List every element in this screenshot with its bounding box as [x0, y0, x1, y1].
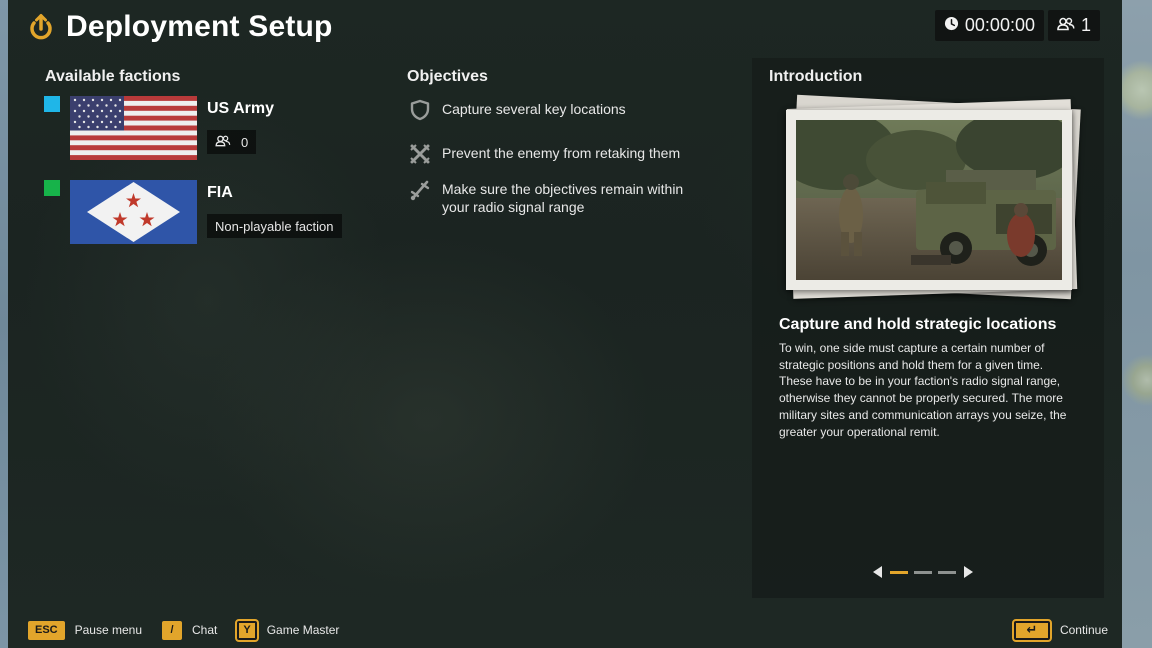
player-count: 1	[1080, 15, 1091, 35]
introduction-panel: Introduction Capture and hold strategic …	[752, 58, 1104, 598]
intro-photo-stack	[786, 94, 1082, 300]
soldiers-humvee-image	[796, 120, 1062, 280]
page-indicator-2[interactable]	[914, 570, 932, 574]
arrow-right-icon	[964, 566, 973, 578]
players-icon	[1057, 15, 1075, 36]
faction-us-army[interactable]: US Army 0	[44, 96, 344, 162]
page-indicator-3[interactable]	[938, 570, 956, 574]
header-status: 00:00:00 1	[934, 10, 1100, 41]
non-playable-label: Non-playable faction	[215, 218, 334, 234]
crossed-swords-icon	[408, 142, 432, 166]
hint-label: Game Master	[266, 623, 340, 637]
previous-page-button[interactable]	[872, 566, 884, 578]
player-count-chip: 1	[1047, 10, 1100, 41]
radio-signal-icon	[408, 178, 432, 202]
faction-color-swatch	[44, 96, 60, 112]
y-button-keycap: Y	[235, 618, 259, 642]
objective-text: Make sure the objectives remain within y…	[442, 181, 684, 215]
players-icon	[215, 135, 231, 150]
intro-heading: Capture and hold strategic locations	[779, 316, 1057, 333]
intro-body: To win, one side must capture a certain …	[779, 341, 1067, 439]
continue-label: Continue	[1059, 623, 1108, 637]
timer-value: 00:00:00	[964, 15, 1035, 35]
faction-name: FIA	[207, 184, 233, 201]
page-title: Deployment Setup	[66, 10, 333, 43]
game-master-hint[interactable]: Y Game Master	[235, 618, 340, 642]
objective-item: Capture several key locations	[408, 98, 708, 122]
intro-photo	[786, 110, 1072, 290]
objective-item: Prevent the enemy from retaking them	[408, 142, 708, 166]
factions-title: Available factions	[45, 68, 181, 85]
non-playable-badge: Non-playable faction	[207, 214, 342, 238]
objective-text: Capture several key locations	[442, 101, 626, 117]
header: Deployment Setup	[28, 8, 333, 46]
continue-hint[interactable]: ↵ Continue	[1011, 618, 1108, 642]
timer-chip: 00:00:00	[934, 10, 1044, 41]
page-indicator-1[interactable]	[890, 570, 908, 574]
enter-keycap: ↵	[1011, 618, 1052, 642]
faction-player-count-value: 0	[241, 134, 249, 150]
introduction-title: Introduction	[769, 68, 863, 85]
us-flag-image	[70, 96, 197, 160]
objective-text: Prevent the enemy from retaking them	[442, 145, 681, 161]
shield-icon	[408, 98, 432, 122]
intro-pager	[872, 566, 974, 578]
map-background-right	[1122, 0, 1152, 648]
clock-icon	[944, 15, 959, 36]
map-background-left	[0, 0, 8, 648]
pause-menu-hint[interactable]: ESC Pause menu	[28, 620, 143, 640]
chat-hint[interactable]: / Chat	[162, 620, 218, 640]
next-page-button[interactable]	[962, 566, 974, 578]
fia-flag-image	[70, 180, 197, 244]
objectives-title: Objectives	[407, 68, 488, 85]
deploy-icon	[28, 12, 54, 42]
faction-color-swatch	[44, 180, 60, 196]
faction-fia[interactable]: FIA Non-playable faction	[44, 180, 344, 246]
arrow-left-icon	[873, 566, 882, 578]
objective-item: Make sure the objectives remain within y…	[408, 178, 708, 216]
slash-keycap: /	[162, 620, 183, 640]
hint-label: Chat	[192, 623, 218, 637]
faction-name: US Army	[207, 100, 274, 117]
faction-player-count: 0	[207, 130, 257, 154]
esc-keycap: ESC	[28, 620, 65, 640]
footer-hints: ESC Pause menu / Chat Y Game Master	[28, 618, 359, 642]
hint-label: Pause menu	[74, 623, 143, 637]
